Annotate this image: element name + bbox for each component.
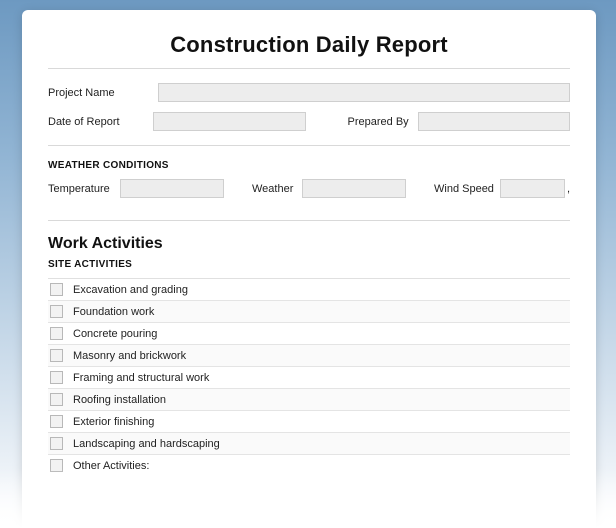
activity-checkbox[interactable] bbox=[50, 459, 63, 472]
activity-label: Concrete pouring bbox=[73, 328, 157, 340]
weather-label: Weather bbox=[252, 183, 302, 195]
activity-row: Roofing installation bbox=[48, 388, 570, 410]
date-of-report-label: Date of Report bbox=[48, 116, 153, 128]
activity-label: Masonry and brickwork bbox=[73, 350, 186, 362]
activity-row: Exterior finishing bbox=[48, 410, 570, 432]
activity-label: Landscaping and hardscaping bbox=[73, 438, 220, 450]
wind-speed-label: Wind Speed bbox=[434, 183, 500, 195]
activity-label: Excavation and grading bbox=[73, 284, 188, 296]
weather-row: Temperature Weather Wind Speed , bbox=[48, 179, 570, 198]
activity-row: Other Activities: bbox=[48, 454, 570, 476]
activity-checkbox[interactable] bbox=[50, 327, 63, 340]
weather-input[interactable] bbox=[302, 179, 406, 198]
site-activities-heading: SITE ACTIVITIES bbox=[48, 259, 570, 270]
weather-trailing: , bbox=[565, 183, 570, 195]
site-activities-list: Excavation and grading Foundation work C… bbox=[48, 278, 570, 476]
page-title: Construction Daily Report bbox=[48, 32, 570, 58]
activity-checkbox[interactable] bbox=[50, 283, 63, 296]
prepared-by-label: Prepared By bbox=[348, 116, 418, 128]
activity-checkbox[interactable] bbox=[50, 349, 63, 362]
prepared-by-input[interactable] bbox=[418, 112, 570, 131]
activity-label: Framing and structural work bbox=[73, 372, 209, 384]
activity-row: Masonry and brickwork bbox=[48, 344, 570, 366]
activity-row: Excavation and grading bbox=[48, 278, 570, 300]
activities-divider bbox=[48, 220, 570, 221]
activity-checkbox[interactable] bbox=[50, 305, 63, 318]
weather-heading: WEATHER CONDITIONS bbox=[48, 160, 570, 171]
report-sheet: Construction Daily Report Project Name D… bbox=[22, 10, 596, 528]
date-of-report-input[interactable] bbox=[153, 112, 306, 131]
activity-row: Foundation work bbox=[48, 300, 570, 322]
work-activities-title: Work Activities bbox=[48, 235, 570, 253]
temperature-input[interactable] bbox=[120, 179, 224, 198]
weather-divider bbox=[48, 145, 570, 146]
activity-checkbox[interactable] bbox=[50, 371, 63, 384]
wind-speed-input[interactable] bbox=[500, 179, 565, 198]
project-name-row: Project Name bbox=[48, 83, 570, 102]
activity-checkbox[interactable] bbox=[50, 415, 63, 428]
date-prepared-row: Date of Report Prepared By bbox=[48, 112, 570, 131]
activity-label: Roofing installation bbox=[73, 394, 166, 406]
project-name-label: Project Name bbox=[48, 87, 158, 99]
activity-row: Concrete pouring bbox=[48, 322, 570, 344]
project-name-input[interactable] bbox=[158, 83, 570, 102]
activity-checkbox[interactable] bbox=[50, 393, 63, 406]
title-divider bbox=[48, 68, 570, 69]
activity-checkbox[interactable] bbox=[50, 437, 63, 450]
activity-label: Other Activities: bbox=[73, 460, 149, 472]
activity-row: Framing and structural work bbox=[48, 366, 570, 388]
activity-label: Foundation work bbox=[73, 306, 154, 318]
activity-label: Exterior finishing bbox=[73, 416, 154, 428]
temperature-label: Temperature bbox=[48, 183, 120, 195]
activity-row: Landscaping and hardscaping bbox=[48, 432, 570, 454]
